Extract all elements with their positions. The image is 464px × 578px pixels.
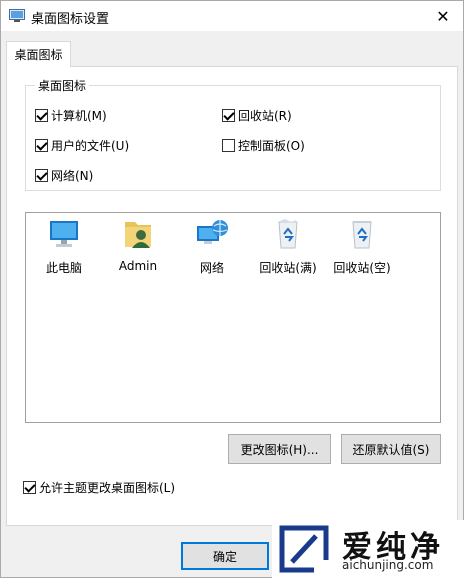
close-button[interactable]: ✕	[423, 1, 463, 31]
checkbox-label: 控制面板(O)	[238, 138, 305, 153]
recycle-bin-full-icon	[278, 219, 298, 249]
checkbox-label: 计算机(M)	[51, 108, 107, 123]
checkbox-label: 回收站(R)	[238, 108, 292, 123]
ok-button[interactable]: 确定	[181, 542, 269, 570]
checkbox-box[interactable]	[35, 108, 48, 122]
icon-label: Admin	[118, 259, 158, 273]
computer-checkbox[interactable]: 计算机(M)	[35, 107, 107, 123]
desktop-icon-settings-dialog: 桌面图标设置 ✕ 桌面图标 桌面图标 计算机(M) 回收站(R) 用户的文件(U…	[0, 0, 464, 578]
icon-label: 网络	[199, 261, 224, 275]
change-icon-button[interactable]: 更改图标(H)...	[228, 434, 331, 464]
restore-default-button[interactable]: 还原默认值(S)	[341, 434, 441, 464]
watermark: 爱纯净 aichunjing.com	[272, 520, 464, 578]
title-bar: 桌面图标设置 ✕	[1, 1, 463, 31]
close-icon: ✕	[436, 6, 450, 26]
icon-item-recycle-bin-empty[interactable]: 回收站(空)	[324, 217, 400, 276]
checkbox-box[interactable]	[222, 108, 235, 122]
recycle-bin-empty-icon	[352, 221, 372, 249]
computer-icon	[50, 221, 78, 247]
tab-panel: 桌面图标 计算机(M) 回收站(R) 用户的文件(U) 控制面板(O) 网络(N…	[6, 66, 458, 526]
watermark-url: aichunjing.com	[342, 558, 434, 572]
icon-label: 回收站(满)	[259, 261, 317, 275]
checkbox-box[interactable]	[23, 480, 36, 494]
allow-theme-change-checkbox[interactable]: 允许主题更改桌面图标(L)	[23, 479, 175, 495]
network-checkbox[interactable]: 网络(N)	[35, 167, 93, 183]
icon-item-admin[interactable]: Admin	[100, 217, 176, 273]
checkbox-label: 网络(N)	[51, 168, 94, 183]
network-icon	[197, 220, 228, 244]
icon-list[interactable]: 此电脑 Admin 网络 回收站(满) 回收站(空)	[25, 212, 441, 423]
icon-label: 回收站(空)	[333, 261, 391, 275]
checkbox-label: 允许主题更改桌面图标(L)	[39, 480, 176, 495]
icon-item-network[interactable]: 网络	[174, 217, 250, 276]
icon-label: 此电脑	[45, 261, 82, 275]
user-folder-icon	[125, 222, 151, 248]
desktop-icons-group: 桌面图标 计算机(M) 回收站(R) 用户的文件(U) 控制面板(O) 网络(N…	[25, 77, 441, 191]
watermark-logo-icon	[279, 525, 330, 574]
tab-desktop-icons[interactable]: 桌面图标	[6, 41, 71, 67]
icon-item-this-pc[interactable]: 此电脑	[26, 217, 102, 276]
group-legend: 桌面图标	[35, 77, 90, 94]
checkbox-box[interactable]	[35, 168, 48, 182]
window-title: 桌面图标设置	[31, 12, 110, 27]
checkbox-box[interactable]	[35, 138, 48, 152]
checkbox-box[interactable]	[222, 138, 235, 152]
control-panel-checkbox[interactable]: 控制面板(O)	[222, 137, 305, 153]
user-files-checkbox[interactable]: 用户的文件(U)	[35, 137, 129, 153]
recycle-bin-checkbox[interactable]: 回收站(R)	[222, 107, 292, 123]
settings-app-icon	[9, 9, 25, 22]
checkbox-label: 用户的文件(U)	[51, 138, 130, 153]
icon-item-recycle-bin-full[interactable]: 回收站(满)	[250, 217, 326, 276]
